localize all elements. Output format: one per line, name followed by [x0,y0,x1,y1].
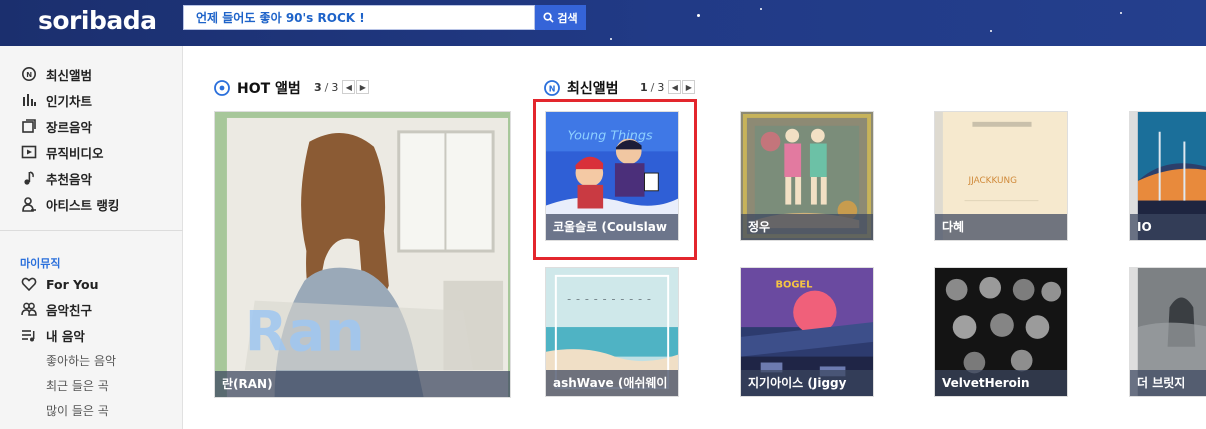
pager-total: 3 [331,80,339,94]
svg-text:N: N [549,84,556,93]
hot-album-title: HOT 앨범 [213,78,301,98]
heart-icon [20,275,38,293]
sidebar-item-label: 아티스트 랭킹 [46,197,120,213]
soribada-logo[interactable]: soribada [38,6,157,35]
playlist-icon [20,326,38,344]
sidebar-item-music-friends[interactable]: 음악친구 [20,299,92,319]
search-button[interactable]: 검색 [535,5,586,30]
sidebar-item-genre[interactable]: 장르음악 [20,116,92,136]
new-album-icon: N [544,80,560,96]
pager-separator: / [324,80,329,94]
mymusic-section-label: 마이뮤직 [20,257,61,270]
sidebar-item-label: 추천음악 [46,171,93,187]
pager-next-button[interactable]: ▶ [356,80,370,94]
album-card[interactable]: Young Things 코울슬로 (Coulslaw [545,111,679,241]
sidebar-item-new-albums[interactable]: N 최신앨범 [20,64,92,84]
latest-album-title-text: 최신앨범 [567,81,619,97]
pager-separator: / [650,80,655,94]
album-caption: VelvetHeroin [935,370,1067,396]
artist-ranking-icon [20,195,38,213]
sidebar-item-label: For You [46,276,99,292]
sidebar-item-label: 최신앨범 [46,67,93,83]
svg-text:BOGEL: BOGEL [775,280,812,291]
search-button-label: 검색 [557,11,578,25]
pager-current: 1 [640,80,648,94]
genre-icon [20,117,38,135]
pager-current: 3 [314,80,322,94]
svg-text:Ran: Ran [245,299,365,364]
top-header: soribada 검색 [0,0,1206,46]
sidebar-subitem-liked[interactable]: 좋아하는 음악 [46,352,116,369]
album-caption: 다혜 [935,214,1067,240]
svg-text:Young Things: Young Things [568,129,653,144]
chart-bars-icon [20,91,38,109]
sidebar-item-charts[interactable]: 인기차트 [20,90,92,110]
music-note-icon [20,169,38,187]
star-decoration [610,38,612,40]
album-card[interactable]: 더 브릿지 [1129,267,1206,397]
sidebar-divider [0,230,183,231]
album-caption: ashWave (애쉬웨이 [546,370,678,396]
album-caption: 지기아이스 (Jiggy [741,370,873,396]
pager-next-button[interactable]: ▶ [682,80,696,94]
sidebar-item-label: 음악친구 [46,302,93,318]
pager-prev-button[interactable]: ◀ [342,80,356,94]
star-decoration [697,14,700,17]
latest-album-title: N 최신앨범 [543,78,619,98]
search-icon [543,12,555,23]
latest-album-pager: 1 / 3 ◀ ▶ [640,80,696,94]
sidebar-subitem-recent[interactable]: 최근 들은 곡 [46,377,109,394]
hot-album-title-text: HOT 앨범 [237,81,301,97]
sidebar-item-artist-ranking[interactable]: 아티스트 랭킹 [20,194,119,214]
album-card[interactable]: ashWave (애쉬웨이 [545,267,679,397]
svg-text:N: N [26,71,32,79]
album-cover-ran: Ran [215,112,510,397]
pager-prev-button[interactable]: ◀ [668,80,682,94]
pager-total: 3 [657,80,665,94]
album-caption: IO [1130,214,1206,240]
album-caption: 더 브릿지 [1130,370,1206,396]
star-decoration [1120,12,1122,14]
search-input[interactable] [184,6,534,29]
album-card[interactable]: 정우 [740,111,874,241]
hot-album-pager: 3 / 3 ◀ ▶ [314,80,370,94]
sidebar-item-recommended[interactable]: 추천음악 [20,168,92,188]
svg-text:JJACKKUNG: JJACKKUNG [967,176,1017,186]
sidebar-item-label: 장르음악 [46,119,93,135]
album-caption: 정우 [741,214,873,240]
search-box [183,5,535,30]
album-card[interactable]: VelvetHeroin [934,267,1068,397]
sidebar: N 최신앨범 인기차트 장르음악 뮤직비디오 추천음악 아티스트 랭킹 마이뮤직… [0,46,183,429]
album-card[interactable]: JJACKKUNG 다혜 [934,111,1068,241]
hot-icon [214,80,230,96]
sidebar-item-label: 뮤직비디오 [46,145,104,161]
sidebar-item-for-you[interactable]: For You [20,274,99,294]
album-card[interactable]: IO [1129,111,1206,241]
sidebar-subitem-most-played[interactable]: 많이 들은 곡 [46,402,109,419]
album-caption: 란(RAN) [215,371,510,397]
sidebar-item-my-music[interactable]: 내 음악 [20,325,85,345]
star-decoration [990,30,992,32]
music-video-icon [20,143,38,161]
hot-album-card[interactable]: Ran 란(RAN) [214,111,511,398]
new-album-icon: N [20,65,38,83]
album-caption: 코울슬로 (Coulslaw [546,214,678,240]
sidebar-item-label: 인기차트 [46,93,93,109]
sidebar-item-label: 내 음악 [46,328,85,344]
album-card[interactable]: BOGEL 지기아이스 (Jiggy [740,267,874,397]
sidebar-item-music-video[interactable]: 뮤직비디오 [20,142,104,162]
star-decoration [760,8,762,10]
friends-icon [20,300,38,318]
